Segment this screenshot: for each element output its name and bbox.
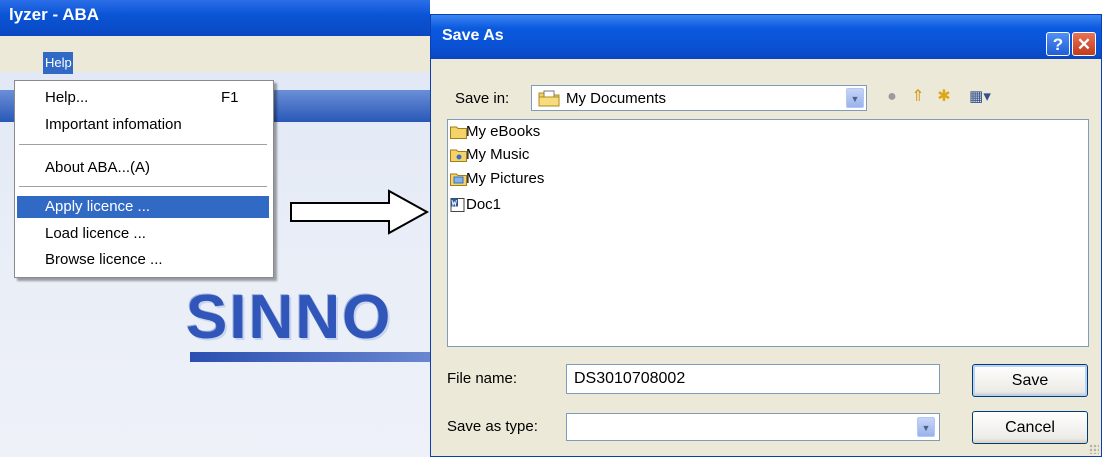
- menu-item-label: Browse licence ...: [45, 251, 163, 268]
- close-button[interactable]: ✕: [1072, 32, 1096, 56]
- menu-item-label: Help...: [45, 89, 89, 106]
- save-button[interactable]: Save: [972, 364, 1088, 397]
- new-folder-icon[interactable]: ✱: [933, 85, 955, 109]
- dialog-title: Save As: [442, 27, 504, 44]
- dialog-title-bar[interactable]: Save As: [431, 15, 1101, 59]
- chevron-down-icon[interactable]: ▼: [846, 88, 864, 108]
- menu-item-help[interactable]: Help... F1: [17, 87, 269, 109]
- menu-help[interactable]: Help: [43, 52, 73, 74]
- save-in-label: Save in:: [455, 90, 510, 107]
- menu-item-label: Important infomation: [45, 116, 182, 133]
- menu-item-shortcut: F1: [221, 89, 239, 106]
- views-menu-icon[interactable]: ▦▾: [965, 85, 995, 109]
- app-title-bar[interactable]: lyzer - ABA: [0, 0, 430, 36]
- file-name: My Music: [466, 146, 530, 163]
- save-in-value: My Documents: [566, 90, 667, 107]
- menu-item-load-licence[interactable]: Load licence ...: [17, 223, 269, 245]
- music-folder-icon: [450, 149, 467, 162]
- file-name: My eBooks: [466, 123, 541, 140]
- right-arrow-icon: [290, 189, 430, 235]
- save-as-type-dropdown[interactable]: ▼: [566, 413, 940, 441]
- menu-item-label: Apply licence ...: [45, 198, 151, 215]
- folder-icon: [450, 126, 467, 139]
- app-logo: SINNO: [186, 283, 393, 352]
- menu-item-label: Load licence ...: [45, 225, 146, 242]
- save-as-dialog: Save As ? ✕ Save in: My Documents ▼ ● ⇑ …: [430, 14, 1102, 457]
- my-documents-folder-icon: [538, 90, 560, 107]
- help-menu-dropdown: Help... F1 Important infomation About AB…: [14, 80, 274, 278]
- back-icon[interactable]: ●: [881, 85, 903, 109]
- resize-grip[interactable]: [1089, 444, 1099, 454]
- save-as-type-label: Save as type:: [447, 418, 538, 435]
- help-button[interactable]: ?: [1046, 32, 1070, 56]
- menu-item-apply-licence[interactable]: Apply licence ...: [17, 196, 269, 218]
- file-name-field[interactable]: [566, 364, 940, 394]
- up-folder-icon[interactable]: ⇑: [907, 85, 929, 109]
- menu-item-label: About ABA...(A): [45, 159, 151, 176]
- chevron-down-icon[interactable]: ▼: [917, 417, 935, 437]
- app-title: lyzer - ABA: [9, 5, 100, 24]
- menu-separator: [19, 186, 267, 188]
- file-name-label: File name:: [447, 370, 518, 387]
- cancel-button[interactable]: Cancel: [972, 411, 1088, 444]
- menu-item-browse-licence[interactable]: Browse licence ...: [17, 249, 269, 271]
- menu-item-about[interactable]: About ABA...(A): [17, 157, 269, 179]
- word-document-icon: [450, 198, 465, 212]
- logo-underline: [190, 352, 430, 362]
- file-name: My Pictures: [466, 170, 545, 187]
- file-list[interactable]: My eBooks My Music My Pictures Doc1: [447, 119, 1089, 347]
- file-name: Doc1: [466, 196, 502, 213]
- menu-item-important-information[interactable]: Important infomation: [17, 114, 269, 136]
- save-in-dropdown[interactable]: My Documents ▼: [531, 85, 867, 111]
- pictures-folder-icon: [450, 173, 467, 186]
- menu-separator: [19, 144, 267, 146]
